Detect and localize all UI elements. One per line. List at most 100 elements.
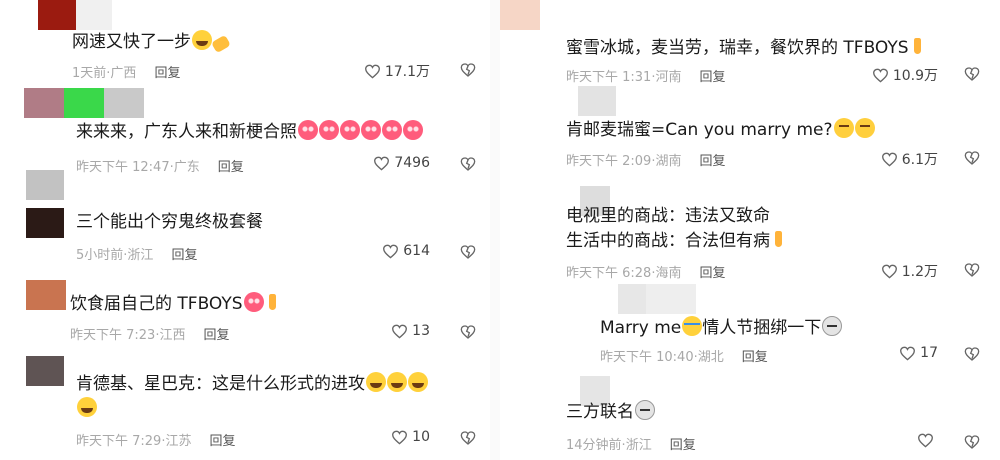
comment-location: 海南 (655, 266, 682, 281)
comment-text: 饮食届自己的 TFBOYS (70, 292, 279, 317)
love-face-emoji (319, 120, 339, 140)
avatar[interactable] (26, 170, 64, 200)
reply-button[interactable]: 回复 (154, 66, 180, 81)
like-button[interactable]: 1.2万 (881, 261, 938, 281)
dislike-icon[interactable] (964, 262, 980, 278)
dislike-icon[interactable] (964, 434, 980, 450)
comment-text: 三方联名 (566, 400, 655, 425)
avatar[interactable] (26, 280, 66, 310)
comment-meta: 14分钟前·浙江 回复 (566, 438, 696, 453)
comment-text: 网速又快了一步 (72, 30, 231, 55)
reply-button[interactable]: 回复 (218, 160, 244, 175)
comment-text: 三个能出个穷鬼终极套餐 (76, 210, 263, 235)
reply-button[interactable]: 回复 (670, 438, 696, 453)
reply-button[interactable]: 回复 (171, 248, 197, 263)
like-button[interactable]: 17.1万 (364, 61, 430, 81)
comment-text-line: 网速又快了一步 (72, 32, 191, 52)
tape-emoji (211, 34, 231, 54)
comment-text: 来来来，广东人来和新梗合照 (76, 120, 423, 145)
comment-text-line: 来来来，广东人来和新梗合照 (76, 122, 297, 142)
reply-button[interactable]: 回复 (699, 266, 725, 281)
comment-meta: 昨天下午 6:28·海南 回复 (566, 266, 726, 281)
left-comment-panel: 网速又快了一步 1天前·广西 回复 17.1万来来来，广东人来和新梗合照昨天下午 12… (0, 0, 490, 460)
avatar[interactable] (578, 86, 616, 116)
like-button[interactable]: 614 (382, 243, 430, 259)
dislike-icon[interactable] (460, 324, 476, 340)
love-face-emoji (403, 120, 423, 140)
comment-meta: 昨天下午 7:23·江西 回复 (70, 328, 230, 343)
comment-text-line: 饮食届自己的 TFBOYS (70, 294, 243, 314)
reply-button[interactable]: 回复 (742, 350, 768, 365)
comment-time: 昨天下午 10:40 (600, 350, 694, 365)
dislike-icon[interactable] (460, 62, 476, 78)
comment-text-line: 情人节捆绑一下 (702, 318, 822, 338)
peace-hand-emoji (910, 36, 924, 56)
right-comment-panel: 蜜雪冰城，麦当劳，瑞幸，餐饮界的 TFBOYS 昨天下午 1:31·河南 回复 10.… (500, 0, 1000, 460)
comment-text-line: 三个能出个穷鬼终极套餐 (76, 212, 263, 232)
like-button[interactable]: 13 (391, 323, 430, 339)
comment-text-line: 电视里的商战：违法又致命 (566, 206, 770, 226)
peace-hand-emoji (265, 292, 279, 312)
sweat-smile-emoji (408, 372, 428, 392)
avatar[interactable] (38, 0, 112, 30)
comment-time: 5小时前 (76, 248, 124, 263)
panel-divider (490, 0, 500, 460)
avatar[interactable] (24, 88, 144, 118)
sweat-smile-emoji (366, 372, 386, 392)
reply-button[interactable]: 回复 (209, 434, 235, 449)
comment-time: 昨天下午 7:23 (70, 328, 156, 343)
comment-meta: 昨天下午 12:47·广东 回复 (76, 160, 244, 175)
avatar[interactable] (26, 208, 64, 238)
comment-text-line (76, 397, 428, 422)
comment-meta: 昨天下午 1:31·河南 回复 (566, 70, 726, 85)
like-button[interactable]: 10.9万 (872, 65, 938, 85)
like-button[interactable]: 7496 (373, 155, 430, 171)
comment-text: 肯邮麦瑞蜜=Can you marry me? (566, 118, 875, 143)
like-count: 17.1万 (384, 64, 430, 80)
like-button[interactable] (917, 433, 938, 448)
comment-location: 浙江 (625, 438, 652, 453)
dislike-icon[interactable] (964, 150, 980, 166)
like-button[interactable]: 10 (391, 429, 430, 445)
like-count: 10 (412, 429, 430, 445)
love-face-emoji (361, 120, 381, 140)
comment-location: 浙江 (127, 248, 154, 263)
reply-button[interactable]: 回复 (203, 328, 229, 343)
comment-meta: 昨天下午 10:40·湖北 回复 (600, 350, 768, 365)
sweat-smile-emoji (387, 372, 407, 392)
reply-button[interactable]: 回复 (699, 70, 725, 85)
dislike-icon[interactable] (460, 156, 476, 172)
comment-time: 昨天下午 12:47 (76, 160, 170, 175)
comment-time: 昨天下午 6:28 (566, 266, 652, 281)
heart-icon (374, 156, 390, 171)
heart-icon (392, 430, 408, 445)
comment-text-line: 肯德基、星巴克：这是什么形式的进攻 (76, 374, 365, 394)
dislike-icon[interactable] (964, 66, 980, 82)
comment-text-line: 肯邮麦瑞蜜=Can you marry me? (566, 120, 833, 140)
comment-meta: 5小时前·浙江 回复 (76, 248, 198, 263)
cat-emoji (635, 400, 655, 420)
comment-text-line: Marry me (600, 318, 682, 338)
like-count: 10.9万 (892, 68, 938, 84)
flushed-emoji (854, 118, 875, 138)
comment-text: Marry me 情人节捆绑一下 (600, 316, 843, 341)
avatar[interactable] (26, 356, 64, 386)
like-button[interactable]: 6.1万 (881, 149, 938, 169)
comment-text-line: 蜜雪冰城，麦当劳，瑞幸，餐饮界的 TFBOYS (566, 38, 909, 58)
love-face-emoji (298, 120, 318, 140)
like-count: 7496 (394, 155, 430, 171)
avatar[interactable] (618, 284, 696, 314)
dislike-icon[interactable] (460, 244, 476, 260)
comment-time: 昨天下午 1:31 (566, 70, 652, 85)
heart-icon (383, 244, 399, 259)
cat-emoji (822, 316, 843, 336)
like-button[interactable]: 17 (899, 345, 938, 361)
dislike-icon[interactable] (460, 430, 476, 446)
love-face-emoji (382, 120, 402, 140)
heart-icon (364, 64, 380, 79)
dislike-icon[interactable] (964, 346, 980, 362)
comment-time: 昨天下午 2:09 (566, 154, 652, 169)
avatar[interactable] (500, 0, 540, 30)
comment-meta: 1天前·广西 回复 (72, 66, 181, 81)
reply-button[interactable]: 回复 (699, 154, 725, 169)
